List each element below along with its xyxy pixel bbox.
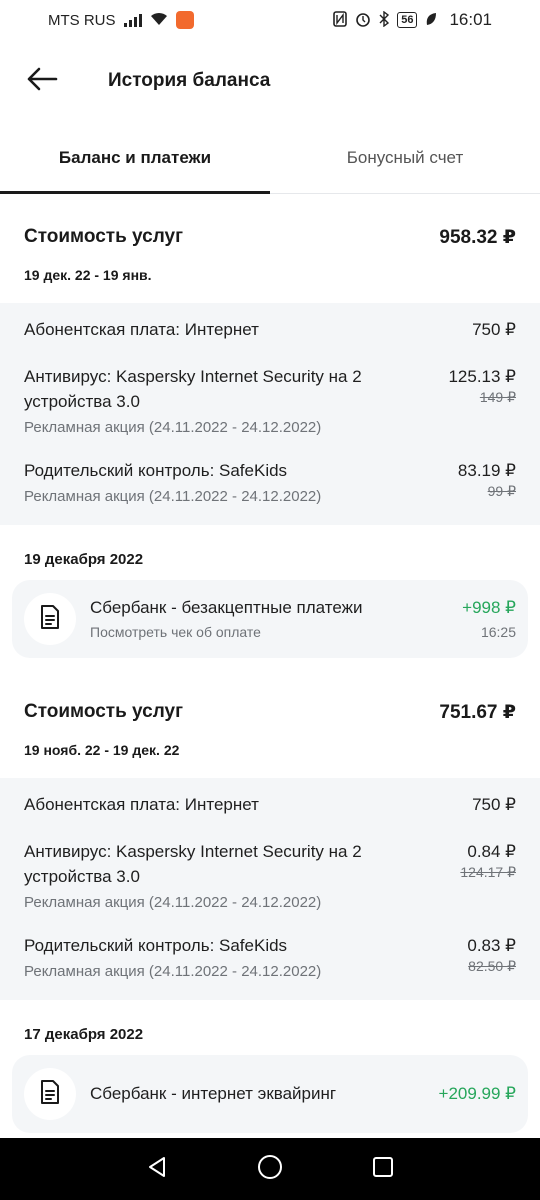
wifi-icon	[150, 12, 168, 28]
charge-old-price: 99 ₽	[487, 483, 516, 499]
payment-card[interactable]: Сбербанк - интернет эквайринг +209.99 ₽	[12, 1055, 528, 1133]
period-total: 751.67 ₽	[439, 701, 516, 723]
payment-card[interactable]: Сбербанк - безакцептные платежи Посмотре…	[12, 580, 528, 658]
receipt-icon	[39, 1079, 61, 1110]
period-header: Стоимость услуг 958.32 ₽	[0, 215, 540, 259]
payment-time: 16:25	[480, 624, 516, 640]
period-total: 958.32 ₽	[439, 226, 516, 248]
status-right: 56 16:01	[333, 10, 492, 30]
charge-amount: 83.19 ₽	[457, 461, 516, 480]
charge-row: Родительский контроль: SafeKids Рекламна…	[24, 458, 516, 505]
nav-home-button[interactable]	[250, 1149, 290, 1189]
period-dates: 19 дек. 22 - 19 янв.	[24, 267, 152, 283]
charge-old-price: 149 ₽	[479, 389, 516, 405]
history-list[interactable]: Стоимость услуг 958.32 ₽ 19 дек. 22 - 19…	[0, 195, 540, 1138]
charge-name: Родительский контроль: SafeKids	[24, 461, 288, 480]
carrier-name: MTS RUS	[48, 11, 116, 29]
clock-time: 16:01	[449, 10, 492, 29]
system-nav-bar	[0, 1138, 540, 1200]
charge-row: Абонентская плата: Интернет 750 ₽	[24, 317, 516, 342]
charge-name: Родительский контроль: SafeKids	[24, 936, 288, 955]
tab-balance-payments[interactable]: Баланс и платежи	[0, 122, 270, 194]
charge-amount: 125.13 ₽	[448, 367, 516, 386]
alarm-icon	[355, 11, 371, 29]
charge-row: Антивирус: Kaspersky Internet Security н…	[24, 839, 516, 911]
nav-recents-button[interactable]	[363, 1149, 403, 1189]
receipt-icon-wrap	[24, 593, 76, 645]
charge-row: Родительский контроль: SafeKids Рекламна…	[24, 933, 516, 980]
receipt-icon-wrap	[24, 1068, 76, 1120]
app-header: История баланса	[0, 40, 540, 122]
status-bar: MTS RUS 56 16:01	[0, 0, 540, 40]
charges-list: Абонентская плата: Интернет 750 ₽ Антиви…	[0, 303, 540, 525]
charge-row: Антивирус: Kaspersky Internet Security н…	[24, 364, 516, 436]
view-receipt-link[interactable]: Посмотреть чек об оплате	[90, 624, 462, 640]
bluetooth-icon	[379, 10, 390, 29]
square-recents-icon	[371, 1155, 395, 1184]
charge-amount: 750 ₽	[472, 320, 516, 339]
tab-label: Баланс и платежи	[58, 147, 212, 167]
tab-label: Бонусный счет	[346, 147, 464, 167]
tab-bar: Баланс и платежи Бонусный счет	[0, 122, 540, 194]
charge-note: Рекламная акция (24.11.2022 - 24.12.2022…	[24, 488, 322, 505]
period-title: Стоимость услуг	[24, 701, 184, 722]
payment-name: Сбербанк - интернет эквайринг	[90, 1084, 337, 1103]
charge-amount: 0.83 ₽	[467, 936, 516, 955]
arrow-left-icon	[26, 67, 58, 96]
period-title: Стоимость услуг	[24, 226, 184, 247]
payment-amount: +998 ₽	[462, 598, 516, 617]
payment-date: 17 декабря 2022	[24, 1026, 144, 1043]
charge-amount: 0.84 ₽	[467, 842, 516, 861]
signal-icon	[123, 13, 142, 27]
receipt-icon	[39, 604, 61, 635]
charge-row: Абонентская плата: Интернет 750 ₽	[24, 792, 516, 817]
charge-old-price: 124.17 ₽	[460, 864, 516, 880]
period-dates: 19 нояб. 22 - 19 дек. 22	[24, 742, 180, 758]
triangle-back-icon	[145, 1155, 169, 1184]
payment-date: 19 декабря 2022	[24, 551, 144, 568]
charge-old-price: 82.50 ₽	[468, 958, 516, 974]
charges-list: Абонентская плата: Интернет 750 ₽ Антиви…	[0, 778, 540, 1000]
circle-home-icon	[257, 1154, 283, 1185]
charge-note: Рекламная акция (24.11.2022 - 24.12.2022…	[24, 419, 322, 436]
charge-name: Антивирус: Kaspersky Internet Security н…	[24, 842, 362, 886]
payment-amount: +209.99 ₽	[438, 1084, 516, 1103]
tab-bonus-account[interactable]: Бонусный счет	[270, 122, 540, 193]
app-notification-icon	[175, 11, 194, 29]
charge-note: Рекламная акция (24.11.2022 - 24.12.2022…	[24, 963, 322, 980]
leaf-icon	[425, 12, 437, 28]
page-title: История баланса	[108, 70, 271, 91]
charge-name: Антивирус: Kaspersky Internet Security н…	[24, 367, 362, 411]
charge-amount: 750 ₽	[472, 795, 516, 814]
charge-name: Абонентская плата: Интернет	[24, 320, 259, 339]
charge-name: Абонентская плата: Интернет	[24, 795, 259, 814]
back-button[interactable]	[12, 51, 72, 111]
period-header: Стоимость услуг 751.67 ₽	[0, 690, 540, 734]
battery-icon: 56	[397, 12, 418, 28]
nfc-icon	[333, 11, 348, 29]
payment-name: Сбербанк - безакцептные платежи	[90, 598, 363, 617]
charge-note: Рекламная акция (24.11.2022 - 24.12.2022…	[24, 894, 322, 911]
status-left: MTS RUS	[48, 11, 194, 29]
nav-back-button[interactable]	[137, 1149, 177, 1189]
